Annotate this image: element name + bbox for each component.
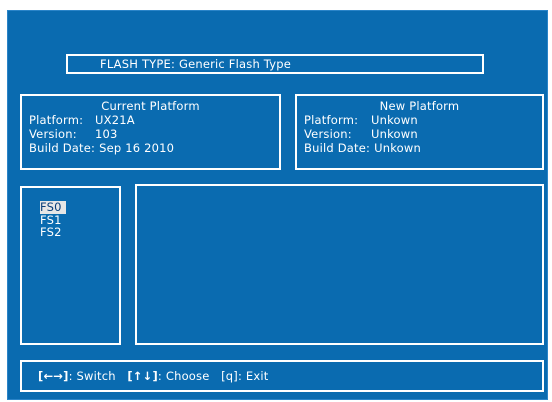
platform-label: Platform: — [29, 113, 84, 127]
build-date-label: Build Date: — [304, 141, 371, 155]
new-build-date-row: Build Date: Unkown — [304, 141, 542, 155]
exit-label: : Exit — [237, 369, 269, 383]
current-version-row: Version: 103 — [29, 127, 279, 141]
version-value: Unkown — [371, 127, 418, 141]
flash-type-label: FLASH TYPE: — [100, 57, 176, 71]
platform-value: Unkown — [371, 113, 418, 127]
key-help-bar: [←→]: Switch [↑↓]: Choose [q]: Exit — [20, 360, 544, 392]
current-build-date-row: Build Date: Sep 16 2010 — [29, 141, 279, 155]
build-date-label: Build Date: — [29, 141, 96, 155]
flash-type-value: Generic Flash Type — [178, 57, 292, 71]
switch-label: : Switch — [68, 369, 116, 383]
choose-keys: [↑↓] — [127, 369, 158, 383]
new-platform-panel: New Platform Platform: Unkown Version: Unk… — [295, 94, 544, 170]
choose-label: : Choose — [157, 369, 210, 383]
version-value: 103 — [95, 127, 118, 141]
current-platform-row: Platform: UX21A — [29, 113, 279, 127]
fs-item-fs2[interactable]: FS2 — [40, 226, 66, 239]
platform-value: UX21A — [95, 113, 135, 127]
file-system-list: FS0 FS1 FS2 — [20, 186, 121, 345]
version-label: Version: — [29, 127, 77, 141]
new-version-row: Version: Unkown — [304, 127, 542, 141]
fs-item-fs0[interactable]: FS0 — [40, 201, 66, 214]
platform-label: Platform: — [304, 113, 359, 127]
version-label: Version: — [304, 127, 352, 141]
exit-keys: [q] — [221, 369, 238, 383]
build-date-value: Sep 16 2010 — [99, 141, 175, 155]
file-browser-pane[interactable] — [135, 184, 544, 345]
new-platform-title: New Platform — [379, 99, 460, 113]
switch-keys: [←→] — [38, 369, 69, 383]
new-platform-row: Platform: Unkown — [304, 113, 542, 127]
flash-type-box: FLASH TYPE: Generic Flash Type — [66, 54, 484, 74]
build-date-value: Unkown — [374, 141, 421, 155]
bios-flash-screen: FLASH TYPE: Generic Flash Type Current P… — [7, 10, 548, 400]
current-platform-title: Current Platform — [101, 99, 200, 113]
current-platform-panel: Current Platform Platform: UX21A Version:… — [20, 94, 281, 170]
